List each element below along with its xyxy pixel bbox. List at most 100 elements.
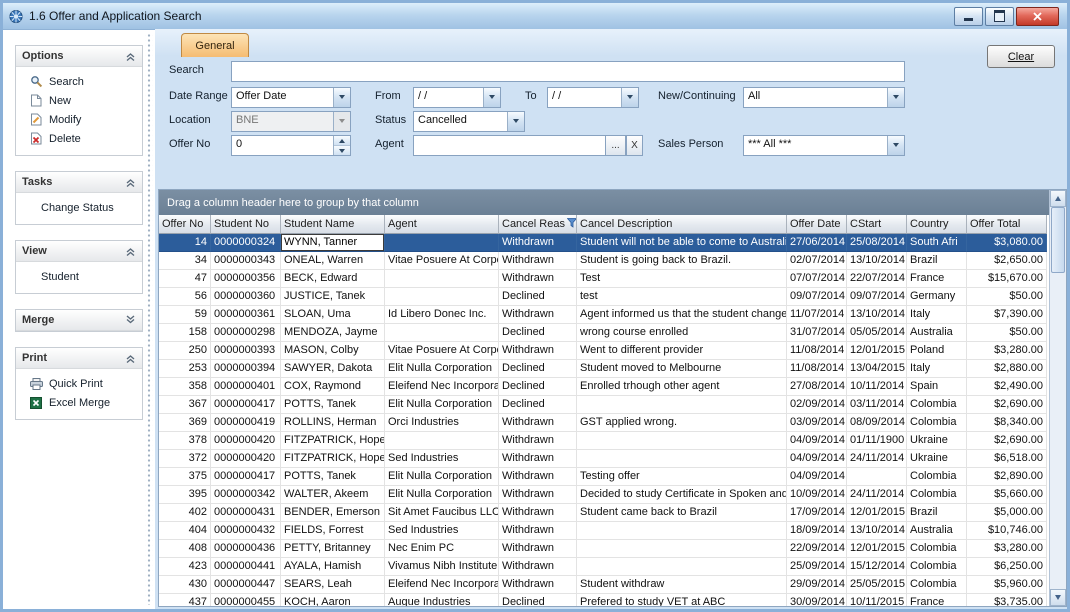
- sidebar-item-delete[interactable]: Delete: [16, 129, 142, 148]
- table-cell: Student moved to Melbourne: [577, 360, 787, 378]
- column-header-label: Cancel Reas: [502, 218, 565, 230]
- sales-person-select[interactable]: *** All ***: [743, 135, 905, 156]
- sidebar-item-quick-print[interactable]: Quick Print: [16, 374, 142, 393]
- group-by-bar[interactable]: Drag a column header here to group by th…: [159, 190, 1050, 215]
- offer-no-stepper[interactable]: 0: [231, 135, 351, 156]
- sidebar-item-student[interactable]: Student: [16, 267, 142, 286]
- agent-input[interactable]: [414, 136, 606, 155]
- status-select[interactable]: Cancelled: [413, 111, 525, 132]
- date-range-select[interactable]: Offer Date: [231, 87, 351, 108]
- scroll-up-button[interactable]: [1050, 190, 1066, 207]
- table-cell: Declined: [499, 396, 577, 414]
- from-date-select[interactable]: / /: [413, 87, 501, 108]
- table-row[interactable]: 4020000000431BENDER, EmersonSit Amet Fau…: [159, 504, 1050, 522]
- table-cell: [577, 540, 787, 558]
- sidebar-item-modify[interactable]: Modify: [16, 110, 142, 129]
- ellipsis-icon: ...: [611, 141, 619, 151]
- table-cell: Colombia: [907, 486, 967, 504]
- column-header-label: Offer Total: [970, 218, 1020, 230]
- column-header[interactable]: Cancel Reas: [499, 215, 577, 234]
- section-header-view[interactable]: View: [16, 241, 142, 262]
- table-cell: 34: [159, 252, 211, 270]
- spin-up-icon[interactable]: [334, 136, 350, 146]
- table-cell: 25/09/2014: [787, 558, 847, 576]
- table-row[interactable]: 4300000000447SEARS, LeahEleifend Nec Inc…: [159, 576, 1050, 594]
- sales-person-label: Sales Person: [658, 135, 723, 154]
- table-row[interactable]: 470000000356BECK, EdwardWithdrawnTest07/…: [159, 270, 1050, 288]
- table-cell: 378: [159, 432, 211, 450]
- table-row[interactable]: 2530000000394SAWYER, DakotaElit Nulla Co…: [159, 360, 1050, 378]
- filter-funnel-icon[interactable]: [567, 218, 577, 231]
- table-cell: 25/05/2015: [847, 576, 907, 594]
- scrollbar-thumb[interactable]: [1051, 207, 1065, 273]
- column-header[interactable]: Country: [907, 215, 967, 234]
- sidebar-splitter[interactable]: [145, 33, 153, 605]
- table-row[interactable]: 340000000343ONEAL, WarrenVitae Posuere A…: [159, 252, 1050, 270]
- table-row[interactable]: 3780000000420FITZPATRICK, HopeWithdrawn0…: [159, 432, 1050, 450]
- column-header[interactable]: Offer Total: [967, 215, 1047, 234]
- sidebar-section-view: View Student: [15, 240, 143, 294]
- section-header-merge[interactable]: Merge: [16, 310, 142, 331]
- table-cell: 0000000343: [211, 252, 281, 270]
- column-header[interactable]: CStart: [847, 215, 907, 234]
- clear-button[interactable]: Clear: [987, 45, 1055, 68]
- table-cell: Elit Nulla Corporation: [385, 396, 499, 414]
- section-header-tasks[interactable]: Tasks: [16, 172, 142, 193]
- table-row[interactable]: 560000000360JUSTICE, TanekDeclinedtest09…: [159, 288, 1050, 306]
- sidebar-item-excel-merge[interactable]: Excel Merge: [16, 393, 142, 412]
- column-header[interactable]: Student Name: [281, 215, 385, 234]
- main-panel: General Clear Search Date Range Offer Da…: [155, 29, 1067, 609]
- maximize-button[interactable]: [985, 7, 1014, 26]
- table-row[interactable]: 3580000000401COX, RaymondEleifend Nec In…: [159, 378, 1050, 396]
- table-row[interactable]: 140000000324WYNN, TannerWithdrawnStudent…: [159, 234, 1050, 252]
- section-header-options[interactable]: Options: [16, 46, 142, 67]
- table-row[interactable]: 4370000000455KOCH, AaronAugue Industries…: [159, 594, 1050, 606]
- table-cell: Declined: [499, 324, 577, 342]
- table-cell: $3,280.00: [967, 342, 1047, 360]
- chevron-down-icon: [887, 136, 904, 155]
- table-row[interactable]: 3720000000420FITZPATRICK, HopeSed Indust…: [159, 450, 1050, 468]
- table-cell: $2,880.00: [967, 360, 1047, 378]
- agent-clear-button[interactable]: X: [626, 135, 643, 156]
- table-row[interactable]: 4080000000436PETTY, BritanneyNec Enim PC…: [159, 540, 1050, 558]
- table-cell: 250: [159, 342, 211, 360]
- sidebar-item-new[interactable]: New: [16, 91, 142, 110]
- table-row[interactable]: 4040000000432FIELDS, ForrestSed Industri…: [159, 522, 1050, 540]
- column-header[interactable]: Student No: [211, 215, 281, 234]
- location-select[interactable]: BNE: [231, 111, 351, 132]
- spin-down-icon[interactable]: [334, 146, 350, 155]
- table-cell: $3,080.00: [967, 234, 1047, 252]
- table-cell: 11/07/2014: [787, 306, 847, 324]
- table-row[interactable]: 3750000000417POTTS, TanekElit Nulla Corp…: [159, 468, 1050, 486]
- table-cell: Withdrawn: [499, 342, 577, 360]
- new-continuing-select[interactable]: All: [743, 87, 905, 108]
- clear-x-icon: X: [631, 141, 638, 151]
- close-button[interactable]: [1016, 7, 1059, 26]
- sidebar-item-search[interactable]: Search: [16, 72, 142, 91]
- table-cell: GST applied wrong.: [577, 414, 787, 432]
- section-title: Merge: [22, 314, 54, 326]
- tab-general[interactable]: General: [181, 33, 249, 57]
- table-cell: Withdrawn: [499, 468, 577, 486]
- column-header[interactable]: Offer No: [159, 215, 211, 234]
- table-cell: Elit Nulla Corporation: [385, 360, 499, 378]
- table-row[interactable]: 1580000000298MENDOZA, JaymeDeclinedwrong…: [159, 324, 1050, 342]
- table-row[interactable]: 3690000000419ROLLINS, HermanOrci Industr…: [159, 414, 1050, 432]
- table-row[interactable]: 4230000000441AYALA, HamishVivamus Nibh I…: [159, 558, 1050, 576]
- chevron-down-icon: [483, 88, 500, 107]
- column-header[interactable]: Offer Date: [787, 215, 847, 234]
- agent-lookup-button[interactable]: ...: [605, 135, 626, 156]
- minimize-button[interactable]: [954, 7, 983, 26]
- section-header-print[interactable]: Print: [16, 348, 142, 369]
- search-input[interactable]: [232, 62, 904, 81]
- table-row[interactable]: 2500000000393MASON, ColbyVitae Posuere A…: [159, 342, 1050, 360]
- vertical-scrollbar[interactable]: [1049, 190, 1066, 606]
- sidebar-item-change-status[interactable]: Change Status: [16, 198, 142, 217]
- column-header[interactable]: Agent: [385, 215, 499, 234]
- to-date-select[interactable]: / /: [547, 87, 639, 108]
- column-header[interactable]: Cancel Description: [577, 215, 787, 234]
- scroll-down-button[interactable]: [1050, 589, 1066, 606]
- table-row[interactable]: 3950000000342WALTER, AkeemElit Nulla Cor…: [159, 486, 1050, 504]
- table-row[interactable]: 590000000361SLOAN, UmaId Libero Donec In…: [159, 306, 1050, 324]
- table-row[interactable]: 3670000000417POTTS, TanekElit Nulla Corp…: [159, 396, 1050, 414]
